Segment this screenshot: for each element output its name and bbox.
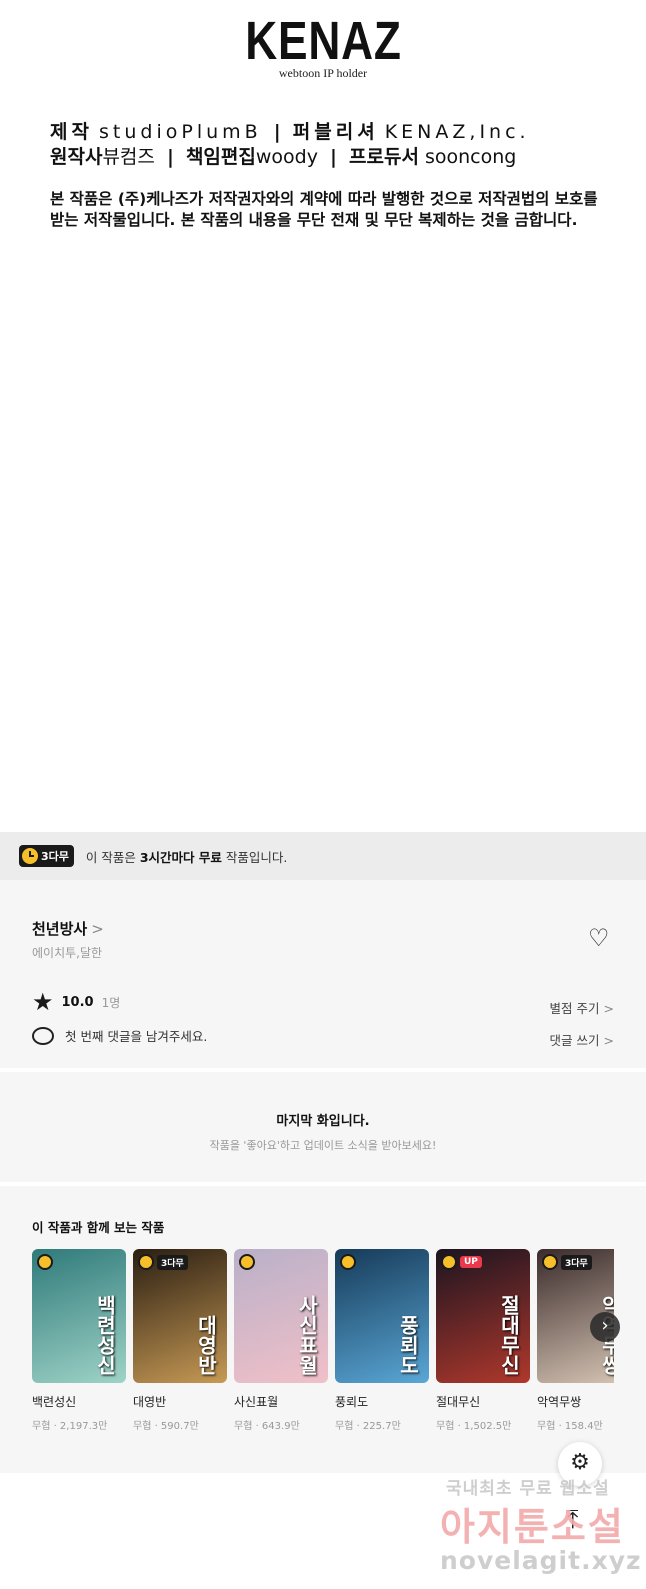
kenaz-logo: KENAZ webtoon IP holder	[0, 14, 646, 81]
write-comment-label: 댓글 쓰기	[549, 1033, 600, 1048]
work-info-panel: 천년방사 > 에이치투,달한 ♡ ★ 10.0 1명 별점 주기 > 첫 번째 댓글…	[0, 880, 646, 1068]
watermark-line-2: 아지툰소설	[440, 1505, 625, 1549]
cover-title-art: 절대무신	[497, 1295, 521, 1375]
card-title: 절대무신	[436, 1395, 481, 1409]
free-text-prefix: 이 작품은	[85, 849, 140, 865]
cover-badge	[239, 1254, 255, 1270]
recommendations-section: 이 작품과 함께 보는 작품 백련성신 백련성신 무협 · 2,197.3만 3다무 대…	[0, 1186, 646, 1473]
free-text-suffix: 작품입니다.	[221, 849, 288, 865]
card-genre-views: 무협 · 158.4만	[537, 1421, 603, 1432]
card-title: 악역무쌍	[537, 1395, 582, 1409]
credit-label-production: 제작	[50, 121, 93, 143]
credit-separator: |	[166, 146, 174, 168]
cover-badge	[37, 1254, 53, 1270]
card-title: 백련성신	[32, 1395, 77, 1409]
credit-value-publisher: KENAZ,Inc.	[384, 121, 530, 143]
recommendation-card[interactable]: 풍뢰도 풍뢰도 무협 · 225.7만	[335, 1249, 429, 1432]
star-icon: ★	[32, 988, 54, 1016]
credit-value-original: 뷰컴즈	[102, 146, 155, 168]
recommendations-title: 이 작품과 함께 보는 작품	[32, 1220, 165, 1235]
cover-title-art: 사신표월	[295, 1295, 319, 1375]
card-genre-views: 무협 · 590.7만	[133, 1421, 199, 1432]
credit-label-original: 원작사	[50, 146, 103, 168]
cover-badge-label: UP	[460, 1256, 482, 1268]
card-genre-views: 무협 · 2,197.3만	[32, 1421, 108, 1432]
chevron-right-icon: >	[91, 920, 104, 938]
cover-badge-label: 3다무	[157, 1254, 188, 1270]
recommendation-card[interactable]: 3다무 대영반 대영반 무협 · 590.7만	[133, 1249, 227, 1432]
last-chapter-title: 마지막 화입니다.	[276, 1114, 370, 1129]
recommendations-carousel: 백련성신 백련성신 무협 · 2,197.3만 3다무 대영반 대영반 무협 · 590.7…	[32, 1249, 614, 1449]
credit-line-2: 원작사뷰컴즈 | 책임편집woody | 프로듀서 sooncong	[50, 145, 516, 169]
write-comment-button[interactable]: 댓글 쓰기 >	[550, 1030, 614, 1049]
speech-bubble-icon	[32, 1026, 54, 1045]
cover-title-art: 백련성신	[93, 1295, 117, 1375]
logo-wordmark: KENAZ	[244, 11, 402, 71]
credit-value-producer: sooncong	[424, 146, 517, 168]
free-banner-text: 이 작품은 3시간마다 무료 작품입니다.	[86, 847, 287, 866]
copyright-notice: 본 작품은 (주)케나즈가 저작권자와의 계약에 따라 발행한 것으로 저작권법…	[50, 190, 598, 229]
site-watermark: 국내최초 무료 웹소설 아지툰소설 novelagit.xyz	[440, 1474, 646, 1589]
credit-line-1: 제작 studioPlumB | 퍼블리셔 KENAZ,Inc.	[50, 120, 530, 144]
cover-badge: UP	[441, 1254, 482, 1270]
cover-thumbnail: 사신표월	[234, 1249, 328, 1383]
rate-button-label: 별점 주기	[549, 1001, 600, 1016]
cover-thumbnail: 3다무대영반	[133, 1249, 227, 1383]
credit-separator: |	[330, 146, 337, 168]
clock-icon	[542, 1254, 558, 1270]
rating-row: ★ 10.0 1명	[32, 990, 120, 1014]
card-title: 풍뢰도	[335, 1395, 369, 1409]
card-title: 사신표월	[234, 1395, 279, 1409]
episode-credits-image: KENAZ webtoon IP holder 제작 studioPlumB |…	[0, 0, 646, 832]
cover-thumbnail: UP 절대무신	[436, 1249, 530, 1383]
credit-label-editor: 책임편집	[185, 146, 256, 168]
3-hour-free-badge: 3다무	[19, 845, 74, 867]
credit-label-producer: 프로듀서	[349, 146, 419, 168]
chevron-right-icon: >	[603, 1001, 614, 1016]
work-title: 천년방사	[32, 920, 88, 938]
last-chapter-subtitle: 작품을 '좋아요'하고 업데이트 소식을 받아보세요!	[209, 1139, 437, 1152]
cover-badge	[340, 1254, 356, 1270]
recommendation-card[interactable]: UP 절대무신 절대무신 무협 · 1,502.5만	[436, 1249, 530, 1432]
cover-badge: 3다무	[542, 1254, 592, 1270]
chevron-right-icon: >	[603, 1033, 614, 1048]
comment-row: 첫 번째 댓글을 남겨주세요.	[32, 1026, 207, 1045]
cover-title-art: 대영반	[194, 1315, 218, 1375]
rate-button[interactable]: 별점 주기 >	[550, 998, 614, 1017]
comment-prompt: 첫 번째 댓글을 남겨주세요.	[65, 1029, 208, 1044]
rating-score: 10.0	[61, 994, 94, 1010]
card-genre-views: 무협 · 1,502.5만	[436, 1421, 512, 1432]
card-genre-views: 무협 · 225.7만	[335, 1421, 401, 1432]
cover-thumbnail: 풍뢰도	[335, 1249, 429, 1383]
credit-value-production: studioPlumB	[99, 121, 262, 143]
recommendation-card[interactable]: 사신표월 사신표월 무협 · 643.9만	[234, 1249, 328, 1432]
credit-separator: |	[273, 121, 281, 143]
clock-icon	[22, 848, 38, 864]
cover-badge: 3다무	[138, 1254, 188, 1270]
cover-badge-label: 3다무	[561, 1254, 592, 1270]
clock-icon	[138, 1254, 154, 1270]
work-title-link[interactable]: 천년방사 >	[32, 918, 104, 939]
last-chapter-panel: 마지막 화입니다. 작품을 '좋아요'하고 업데이트 소식을 받아보세요!	[0, 1072, 646, 1182]
badge-label: 3다무	[41, 850, 69, 863]
card-title: 대영반	[133, 1395, 167, 1409]
watermark-line-3: novelagit.xyz	[440, 1546, 642, 1575]
card-genre-views: 무협 · 643.9만	[234, 1421, 300, 1432]
clock-icon	[340, 1254, 356, 1270]
clock-icon	[37, 1254, 53, 1270]
cover-thumbnail: 백련성신	[32, 1249, 126, 1383]
cover-title-art: 풍뢰도	[396, 1315, 420, 1375]
clock-icon	[239, 1254, 255, 1270]
clock-icon	[441, 1254, 457, 1270]
chevron-right-icon[interactable]: ›	[590, 1312, 620, 1342]
free-every-3-hours-banner: 3다무 이 작품은 3시간마다 무료 작품입니다.	[0, 832, 646, 880]
work-authors: 에이치투,달한	[32, 946, 103, 960]
rating-count: 1명	[101, 995, 121, 1010]
recommendation-card[interactable]: 백련성신 백련성신 무협 · 2,197.3만	[32, 1249, 126, 1432]
free-text-bold: 3시간마다 무료	[139, 849, 222, 865]
credit-label-publisher: 퍼블리셔	[292, 121, 379, 143]
heart-icon[interactable]: ♡	[588, 924, 610, 952]
credit-value-editor: woody	[255, 146, 318, 168]
